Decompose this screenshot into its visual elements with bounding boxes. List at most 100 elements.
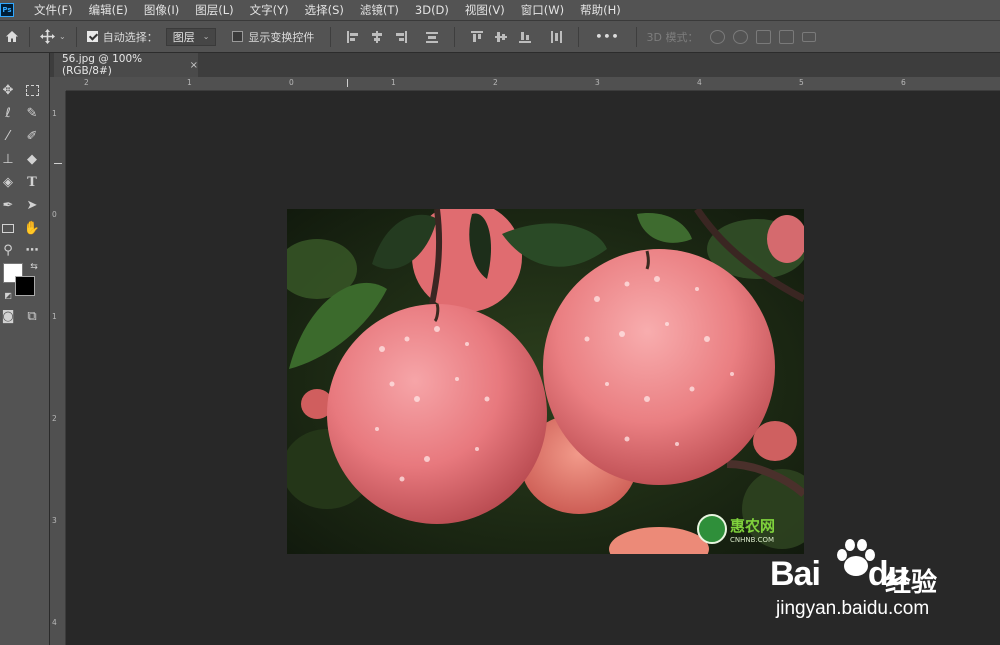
ruler-label: 0 — [52, 210, 57, 219]
auto-select-checkbox[interactable] — [86, 31, 98, 42]
path-select-tool-icon[interactable]: ➤ — [24, 197, 40, 213]
document-tab-title: 56.jpg @ 100%(RGB/8#) — [62, 53, 143, 77]
chevron-down-icon: ⌄ — [202, 32, 210, 41]
menu-items: 文件(F) 编辑(E) 图像(I) 图层(L) 文字(Y) 选择(S) 滤镜(T… — [26, 0, 629, 21]
type-tool-icon[interactable]: T — [24, 174, 40, 190]
stamp-tool-icon[interactable]: ⊥ — [0, 151, 16, 167]
ruler-label: 0 — [289, 78, 294, 87]
ruler-label: 6 — [901, 78, 906, 87]
lasso-tool-icon[interactable]: ℓ — [0, 105, 16, 121]
more-options-button[interactable]: ••• — [595, 30, 619, 43]
auto-select-label: 自动选择： — [102, 30, 158, 44]
align-left-icon[interactable] — [346, 30, 360, 44]
swap-colors-icon[interactable]: ⇆ — [26, 259, 42, 275]
marquee-tool-icon[interactable] — [24, 82, 40, 98]
divider — [635, 26, 637, 47]
divider — [75, 26, 77, 47]
ruler-label: 2 — [84, 78, 89, 87]
menu-view[interactable]: 视图(V) — [457, 0, 513, 21]
ruler-label: 3 — [52, 516, 57, 525]
ruler-label: 3 — [595, 78, 600, 87]
watermark-url: jingyan.baidu.com — [776, 598, 930, 619]
3d-slide-icon[interactable] — [779, 29, 795, 44]
quick-select-tool-icon[interactable]: ✎ — [24, 105, 40, 121]
ruler-label: 1 — [187, 78, 192, 87]
menu-3d[interactable]: 3D(D) — [407, 0, 457, 21]
ruler-cursor-marker — [54, 163, 62, 164]
distribute-vertical-icon[interactable] — [549, 30, 563, 44]
zoom-tool-icon[interactable]: ⚲ — [0, 242, 16, 258]
ruler-label: 4 — [52, 618, 57, 627]
brush-tool-icon[interactable]: ✐ — [24, 128, 40, 144]
divider — [454, 26, 456, 47]
menu-file[interactable]: 文件(F) — [26, 0, 81, 21]
auto-select-option[interactable]: 自动选择： — [86, 29, 158, 45]
document-image-apples[interactable]: 惠农网 CNHNB.COM — [287, 209, 804, 554]
rectangle-tool-icon[interactable] — [0, 220, 16, 236]
menu-window[interactable]: 窗口(W) — [513, 0, 572, 21]
horizontal-ruler[interactable]: 2 1 0 1 2 3 4 5 6 — [66, 77, 1000, 91]
paint-bucket-tool-icon[interactable]: ◈ — [0, 174, 16, 190]
ruler-label: 5 — [799, 78, 804, 87]
menu-image[interactable]: 图像(I) — [136, 0, 187, 21]
auto-select-target-dropdown[interactable]: 图层 ⌄ — [165, 27, 217, 46]
menu-bar: Ps 文件(F) 编辑(E) 图像(I) 图层(L) 文字(Y) 选择(S) 滤… — [0, 0, 1000, 21]
ruler-label: 2 — [52, 414, 57, 423]
menu-filter[interactable]: 滤镜(T) — [352, 0, 407, 21]
ruler-origin[interactable] — [50, 77, 66, 91]
home-icon[interactable] — [5, 30, 19, 43]
menu-help[interactable]: 帮助(H) — [572, 0, 629, 21]
document-tab[interactable]: 56.jpg @ 100%(RGB/8#) × — [54, 53, 198, 77]
show-transform-option[interactable]: 显示变换控件 — [232, 29, 314, 45]
menu-type[interactable]: 文字(Y) — [242, 0, 297, 21]
ruler-label: 4 — [697, 78, 702, 87]
apple-photo — [287, 209, 804, 554]
ruler-label: 1 — [52, 312, 57, 321]
close-icon[interactable]: × — [190, 60, 198, 71]
photoshop-logo-icon[interactable]: Ps — [0, 3, 14, 17]
ruler-label: 1 — [52, 109, 57, 118]
background-color-swatch[interactable] — [15, 276, 35, 296]
move-tool-icon[interactable]: ✥ — [0, 82, 16, 98]
chevron-down-icon: ⌄ — [59, 32, 66, 41]
screen-mode-icon[interactable]: ⧉ — [24, 308, 40, 324]
align-right-icon[interactable] — [394, 30, 408, 44]
eyedropper-tool-icon[interactable]: ⁄ — [0, 128, 16, 144]
3d-roll-icon[interactable] — [733, 29, 749, 44]
default-colors-icon[interactable]: ◩ — [0, 287, 16, 303]
image-logo-text: 惠农网 — [730, 516, 776, 535]
menu-layer[interactable]: 图层(L) — [187, 0, 241, 21]
distribute-icon[interactable] — [425, 30, 439, 44]
pen-tool-icon[interactable]: ✒ — [0, 197, 16, 213]
move-tool-preset[interactable]: ⌄ — [40, 29, 66, 44]
divider — [578, 26, 580, 47]
align-bottom-icon[interactable] — [518, 30, 532, 44]
options-bar: ⌄ 自动选择： 图层 ⌄ 显示变换控件 ••• 3D 模式： — [0, 21, 1000, 53]
show-transform-label: 显示变换控件 — [248, 30, 315, 44]
align-horizontal-center-icon[interactable] — [370, 30, 384, 44]
hand-tool-icon[interactable]: ✋ — [24, 220, 40, 236]
divider — [330, 26, 332, 47]
auto-select-target-value: 图层 — [172, 30, 195, 44]
more-tools-icon[interactable]: ⋯ — [24, 242, 40, 258]
align-vertical-center-icon[interactable] — [494, 30, 508, 44]
leaf-logo-icon — [697, 514, 727, 544]
document-tab-bar: 56.jpg @ 100%(RGB/8#) × — [50, 53, 1000, 77]
menu-select[interactable]: 选择(S) — [297, 0, 352, 21]
eraser-tool-icon[interactable]: ◆ — [24, 151, 40, 167]
ruler-cursor-marker — [347, 79, 348, 87]
3d-orbit-icon[interactable] — [710, 29, 726, 44]
menu-edit[interactable]: 编辑(E) — [81, 0, 136, 21]
align-top-icon[interactable] — [470, 30, 484, 44]
tools-panel: ✥ ℓ ✎ ⁄ ✐ ⊥ ◆ ◈ T ✒ ➤ ✋ ⚲ ⋯ ⇆ ◩ ◙ ⧉ — [0, 53, 50, 645]
3d-mode-label: 3D 模式： — [646, 30, 699, 44]
divider — [29, 26, 30, 47]
3d-pan-icon[interactable] — [756, 29, 772, 44]
quick-mask-icon[interactable]: ◙ — [0, 308, 16, 324]
ruler-label: 2 — [493, 78, 498, 87]
show-transform-checkbox[interactable] — [232, 31, 244, 42]
3d-scale-icon[interactable] — [802, 31, 817, 42]
image-logo-subtext: CNHNB.COM — [730, 535, 775, 544]
move-icon — [40, 29, 55, 44]
vertical-ruler[interactable]: 1 0 1 2 3 4 — [50, 77, 66, 645]
